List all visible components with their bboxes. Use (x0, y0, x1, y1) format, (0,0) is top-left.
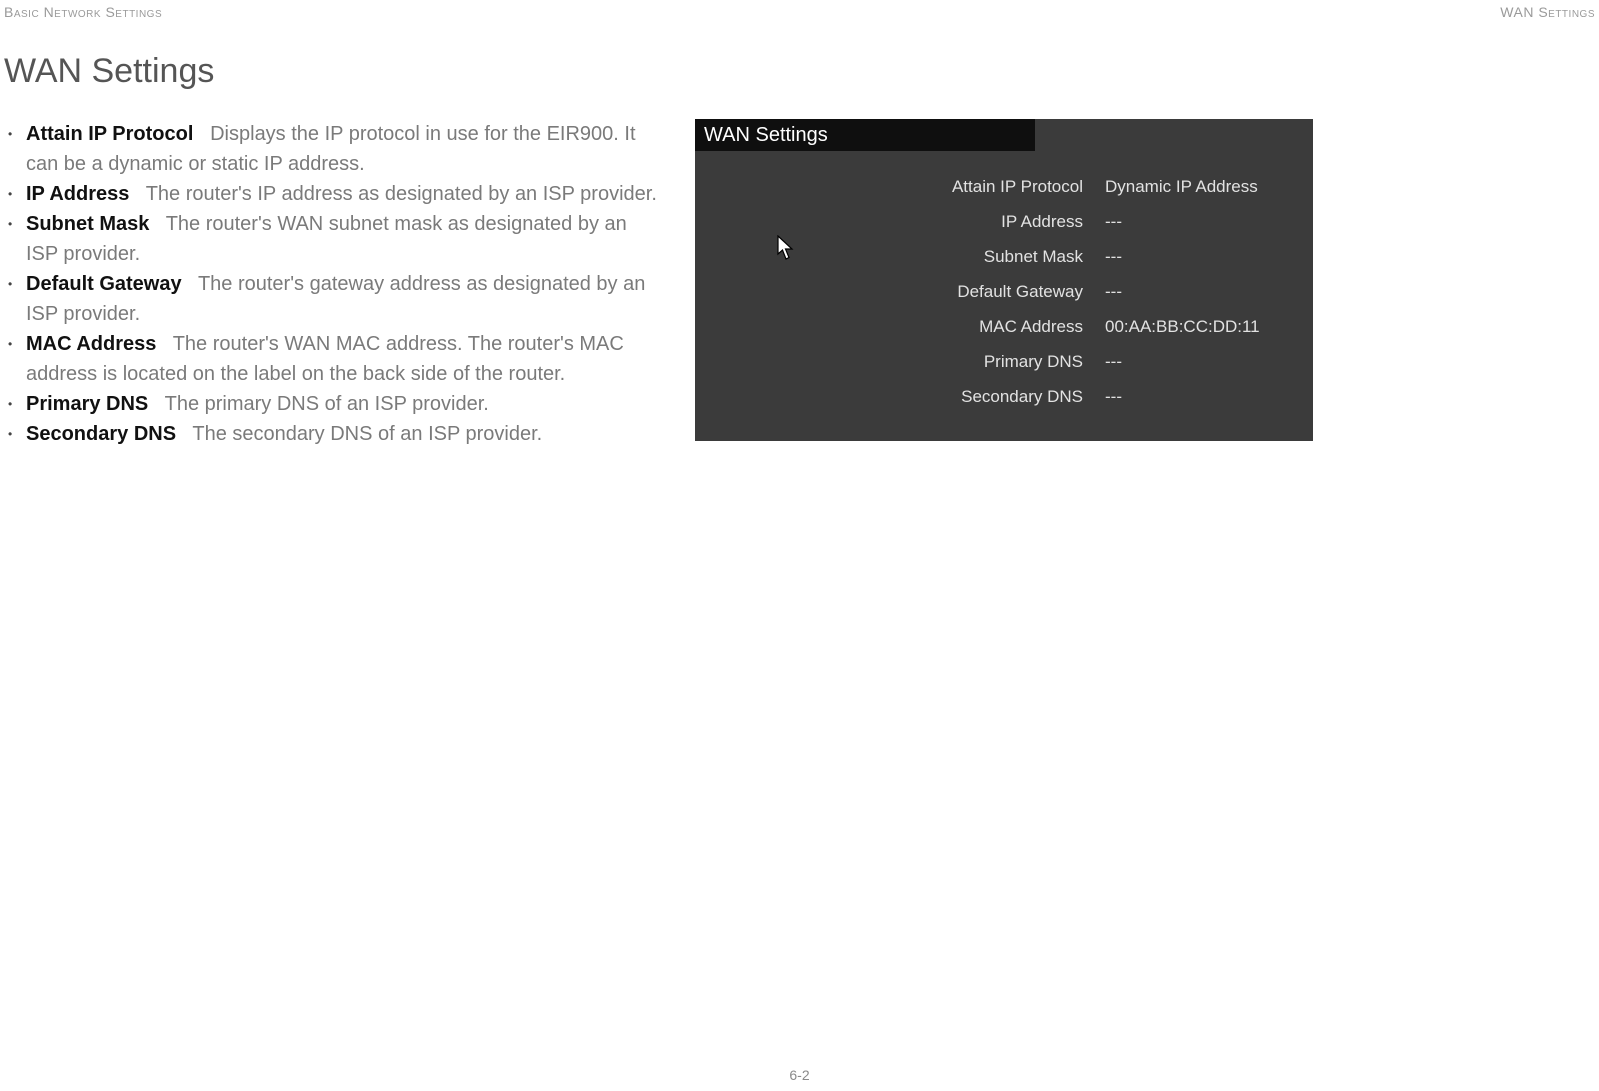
table-row: Default Gateway --- (695, 282, 1293, 302)
row-label: IP Address (695, 212, 1083, 232)
row-value: --- (1083, 352, 1122, 372)
term: MAC Address (26, 333, 156, 355)
table-row: MAC Address 00:AA:BB:CC:DD:11 (695, 317, 1293, 337)
row-label: Secondary DNS (695, 387, 1083, 407)
description: The router's IP address as designated by… (146, 183, 657, 205)
page-header: Basic Network Settings WAN Settings (0, 0, 1599, 20)
page-title: WAN Settings (4, 52, 1599, 91)
table-row: IP Address --- (695, 212, 1293, 232)
table-row: Primary DNS --- (695, 352, 1293, 372)
term: Secondary DNS (26, 423, 176, 445)
row-value: --- (1083, 247, 1122, 267)
wan-settings-panel: WAN Settings Attain IP Protocol Dynamic … (695, 119, 1313, 441)
row-value: 00:AA:BB:CC:DD:11 (1083, 317, 1260, 337)
row-value: --- (1083, 212, 1122, 232)
term-space (135, 183, 146, 205)
row-value: --- (1083, 282, 1122, 302)
table-row: Secondary DNS --- (695, 387, 1293, 407)
description-column: Attain IP Protocol Displays the IP proto… (4, 119, 659, 449)
term-space (154, 393, 165, 415)
row-label: Attain IP Protocol (695, 177, 1083, 197)
description: The secondary DNS of an ISP provider. (192, 423, 542, 445)
cursor-icon (777, 235, 795, 261)
header-left: Basic Network Settings (4, 4, 162, 20)
list-item: Secondary DNS The secondary DNS of an IS… (26, 419, 659, 449)
term-space (182, 423, 193, 445)
term-space (199, 123, 210, 145)
header-right: WAN Settings (1500, 4, 1595, 20)
list-item: IP Address The router's IP address as de… (26, 179, 659, 209)
term: Primary DNS (26, 393, 148, 415)
content-row: Attain IP Protocol Displays the IP proto… (0, 119, 1599, 449)
row-label: MAC Address (695, 317, 1083, 337)
row-label: Subnet Mask (695, 247, 1083, 267)
row-label: Primary DNS (695, 352, 1083, 372)
table-row: Attain IP Protocol Dynamic IP Address (695, 177, 1293, 197)
term: IP Address (26, 183, 129, 205)
list-item: Subnet Mask The router's WAN subnet mask… (26, 209, 659, 269)
definition-list: Attain IP Protocol Displays the IP proto… (4, 119, 659, 449)
row-value: Dynamic IP Address (1083, 177, 1258, 197)
page-number: 6-2 (0, 1067, 1599, 1083)
term-space (187, 273, 198, 295)
screenshot-column: WAN Settings Attain IP Protocol Dynamic … (695, 119, 1313, 449)
term: Subnet Mask (26, 213, 149, 235)
list-item: Attain IP Protocol Displays the IP proto… (26, 119, 659, 179)
row-label: Default Gateway (695, 282, 1083, 302)
panel-title: WAN Settings (695, 119, 1035, 151)
description: The primary DNS of an ISP provider. (165, 393, 489, 415)
row-value: --- (1083, 387, 1122, 407)
term: Attain IP Protocol (26, 123, 193, 145)
term-space (162, 333, 173, 355)
term-space (155, 213, 166, 235)
list-item: MAC Address The router's WAN MAC address… (26, 329, 659, 389)
panel-body: Attain IP Protocol Dynamic IP Address IP… (695, 151, 1313, 407)
term: Default Gateway (26, 273, 182, 295)
list-item: Primary DNS The primary DNS of an ISP pr… (26, 389, 659, 419)
list-item: Default Gateway The router's gateway add… (26, 269, 659, 329)
